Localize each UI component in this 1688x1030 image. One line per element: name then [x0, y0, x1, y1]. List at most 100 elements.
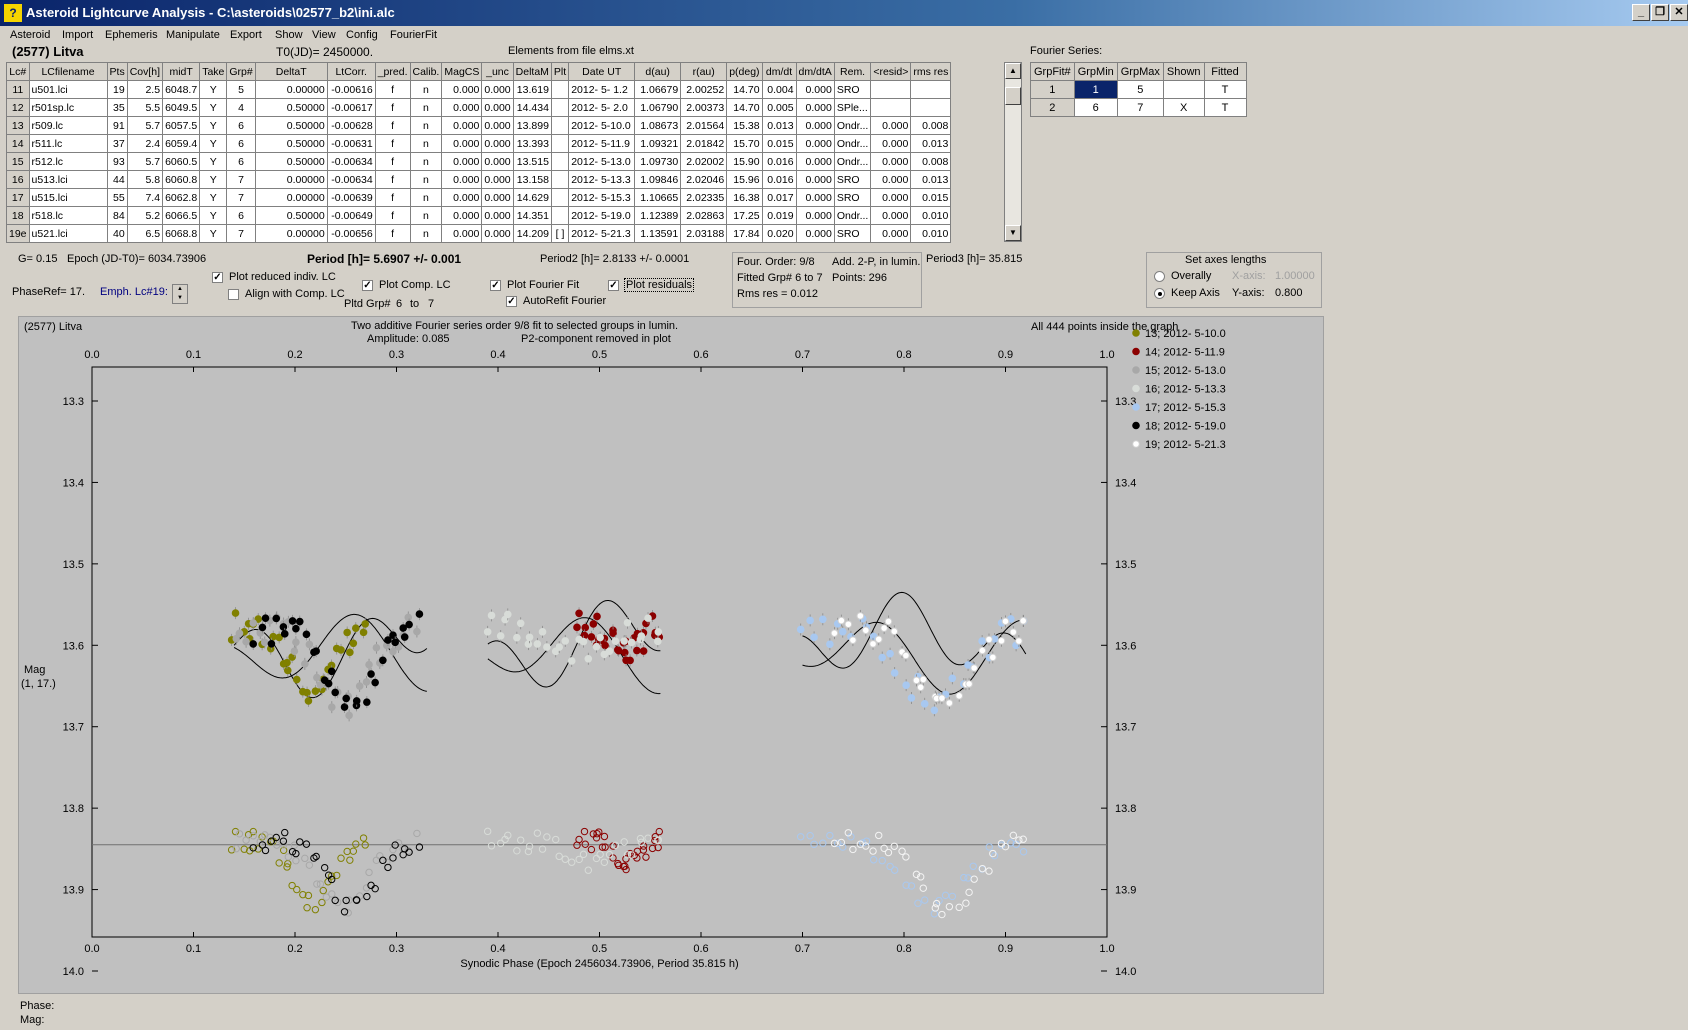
table-row[interactable]: 12 r501sp.lc 35 5.5 6049.5 Y 4 0.50000 -0.00617 f…: [6, 98, 952, 117]
table-cell[interactable]: 13.393: [512, 134, 552, 153]
table-cell[interactable]: 2012- 5-15.3: [568, 188, 636, 207]
table-cell[interactable]: 1.13591: [634, 224, 682, 243]
table-cell[interactable]: f: [374, 116, 411, 135]
table-cell[interactable]: n: [409, 116, 443, 135]
table-row[interactable]: 15 r512.lc 93 5.7 6060.5 Y 6 0.50000 -0.00634 f n 0…: [6, 152, 952, 171]
table-cell[interactable]: 1.08673: [634, 116, 682, 135]
table-cell[interactable]: 0.00000: [254, 170, 328, 189]
table-cell[interactable]: u515.lci: [28, 188, 108, 207]
table-cell[interactable]: 6060.5: [162, 152, 201, 171]
lc-column-header[interactable]: Plt: [550, 62, 570, 81]
table-cell[interactable]: 0.50000: [254, 116, 328, 135]
table-cell[interactable]: f: [374, 134, 411, 153]
table-cell[interactable]: 0.000: [795, 98, 835, 117]
restore-icon[interactable]: ❐: [1651, 4, 1669, 21]
table-cell[interactable]: 0.000: [870, 134, 912, 153]
table-cell[interactable]: 0.000: [870, 152, 912, 171]
lc-column-header[interactable]: dm/dtA: [795, 62, 835, 81]
table-cell[interactable]: f: [374, 170, 411, 189]
fs-column-header[interactable]: Fitted: [1203, 62, 1247, 81]
table-cell[interactable]: [550, 152, 570, 171]
lc-column-header[interactable]: Take: [199, 62, 228, 81]
table-cell[interactable]: Y: [199, 80, 228, 99]
table-cell[interactable]: 0.000: [870, 170, 912, 189]
emph-label[interactable]: Emph. Lc#19:: [100, 286, 168, 298]
table-cell[interactable]: 0.000: [481, 134, 514, 153]
table-cell[interactable]: SRO: [833, 170, 872, 189]
xaxis-value[interactable]: 1.00000: [1275, 270, 1315, 282]
table-cell[interactable]: 7: [226, 188, 256, 207]
row-header[interactable]: 11: [6, 80, 30, 99]
row-header[interactable]: 16: [6, 170, 30, 189]
table-cell[interactable]: 84: [106, 206, 128, 225]
table-cell[interactable]: 5: [1116, 80, 1164, 99]
table-cell[interactable]: 13.158: [512, 170, 552, 189]
table-cell[interactable]: 19: [106, 80, 128, 99]
table-cell[interactable]: n: [409, 80, 443, 99]
table-cell[interactable]: SRO: [833, 224, 872, 243]
table-row[interactable]: 16 u513.lci 44 5.8 6060.8 Y 7 0.00000 -0.00634 f n…: [6, 170, 952, 189]
lightcurve-table[interactable]: Lc# LCfilename Pts Cov[h] midT Take Grp# DeltaT…: [6, 62, 952, 243]
table-cell[interactable]: 0.000: [795, 188, 835, 207]
table-cell[interactable]: 14.209: [512, 224, 552, 243]
table-cell[interactable]: [910, 80, 952, 99]
table-cell[interactable]: 37: [106, 134, 128, 153]
table-cell[interactable]: -0.00628: [326, 116, 376, 135]
table-cell[interactable]: [870, 98, 912, 117]
lc-column-header[interactable]: Pts: [106, 62, 128, 81]
lc-column-header[interactable]: p(deg): [726, 62, 763, 81]
table-cell[interactable]: 0.000: [441, 152, 483, 171]
table-cell[interactable]: 2012- 5- 2.0: [568, 98, 636, 117]
row-header[interactable]: 14: [6, 134, 30, 153]
table-cell[interactable]: r501sp.lc: [28, 98, 108, 117]
table-cell[interactable]: 6049.5: [162, 98, 201, 117]
table-cell[interactable]: 0.000: [441, 188, 483, 207]
table-cell[interactable]: [550, 170, 570, 189]
autorefit-checkbox[interactable]: ✓: [506, 296, 517, 307]
table-cell[interactable]: 5: [226, 80, 256, 99]
table-cell[interactable]: 6059.4: [162, 134, 201, 153]
lc-column-header[interactable]: r(au): [680, 62, 728, 81]
menu-export[interactable]: Export: [230, 29, 262, 41]
table-cell[interactable]: 0.000: [870, 224, 912, 243]
table-cell[interactable]: -0.00649: [326, 206, 376, 225]
row-header[interactable]: 17: [6, 188, 30, 207]
table-cell[interactable]: 40: [106, 224, 128, 243]
table-cell[interactable]: 2012- 5- 1.2: [568, 80, 636, 99]
table-cell[interactable]: 17.25: [726, 206, 763, 225]
table-cell[interactable]: 6: [226, 152, 256, 171]
table-cell[interactable]: [550, 134, 570, 153]
lc-column-header[interactable]: Lc#: [6, 62, 30, 81]
menu-show[interactable]: Show: [275, 29, 303, 41]
align-checkbox[interactable]: [228, 289, 239, 300]
table-cell[interactable]: 0.000: [870, 188, 912, 207]
table-cell[interactable]: n: [409, 134, 443, 153]
plot-residuals-checkbox[interactable]: ✓: [608, 280, 619, 291]
table-cell[interactable]: n: [409, 188, 443, 207]
lc-column-header[interactable]: Calib.: [409, 62, 443, 81]
fs-column-header[interactable]: Shown: [1162, 62, 1205, 81]
table-cell[interactable]: 14.434: [512, 98, 552, 117]
table-cell[interactable]: 15.70: [726, 134, 763, 153]
table-cell[interactable]: 0.016: [761, 152, 797, 171]
table-row[interactable]: 14 r511.lc 37 2.4 6059.4 Y 6 0.50000 -0.00631 f n 0…: [6, 134, 952, 153]
table-cell[interactable]: 0.000: [481, 206, 514, 225]
table-cell[interactable]: 2012- 5-11.9: [568, 134, 636, 153]
table-cell[interactable]: 1.09730: [634, 152, 682, 171]
table-cell[interactable]: -0.00617: [326, 98, 376, 117]
table-cell[interactable]: 0.000: [441, 80, 483, 99]
table-cell[interactable]: -0.00616: [326, 80, 376, 99]
row-header[interactable]: 15: [6, 152, 30, 171]
table-cell[interactable]: 0.013: [910, 134, 952, 153]
table-cell[interactable]: f: [374, 206, 411, 225]
table-cell[interactable]: 0.000: [870, 116, 912, 135]
menu-import[interactable]: Import: [62, 29, 93, 41]
table-cell[interactable]: Y: [199, 206, 228, 225]
table-cell[interactable]: [550, 206, 570, 225]
row-header[interactable]: 12: [6, 98, 30, 117]
table-cell[interactable]: 2012- 5-10.0: [568, 116, 636, 135]
table-cell[interactable]: 0.00000: [254, 224, 328, 243]
table-cell[interactable]: 6: [1073, 98, 1118, 117]
pltd-grp-from[interactable]: 6: [396, 298, 402, 310]
close-icon[interactable]: ✕: [1670, 4, 1688, 21]
